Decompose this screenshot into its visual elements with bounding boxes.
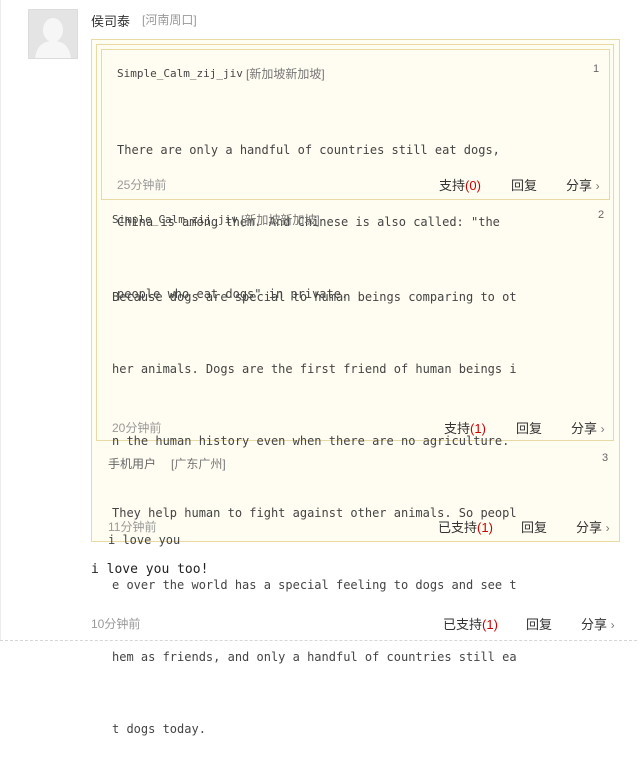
quote-line: Because dogs are special to human beings… (112, 290, 517, 304)
share-label: 分享 (581, 617, 608, 632)
share-label: 分享 (576, 520, 603, 535)
floor-number: 3 (602, 452, 609, 464)
share-label: 分享 (571, 421, 598, 436)
post-time: 10分钟前 (91, 617, 141, 631)
support-label: 已支持 (438, 520, 478, 535)
support-label: 支持 (444, 421, 471, 436)
avatar[interactable] (28, 9, 78, 59)
post-body: i love you too! (91, 562, 209, 577)
reply-button[interactable]: 回复 (526, 614, 552, 633)
quote-username[interactable]: 手机用户 (108, 455, 156, 472)
chevron-right-icon: › (600, 422, 605, 436)
support-label: 支持 (439, 178, 466, 193)
chevron-right-icon: › (595, 179, 600, 193)
floor-number: 1 (593, 63, 600, 75)
share-button[interactable]: 分享 › (571, 418, 605, 437)
quote-location: [新加坡新加坡] (241, 213, 320, 227)
reply-button[interactable]: 回复 (511, 175, 537, 194)
floor-number: 2 (598, 209, 605, 221)
share-label: 分享 (566, 178, 593, 193)
support-count: (1) (482, 617, 498, 632)
support-count: (1) (477, 520, 493, 535)
quote-time: 25分钟前 (117, 178, 167, 192)
author-name[interactable]: 侯司泰 (91, 11, 130, 30)
support-count: (1) (470, 421, 486, 436)
share-button[interactable]: 分享 › (566, 175, 600, 194)
quote-line: There are only a handful of countries st… (117, 143, 500, 157)
support-label: 已支持 (443, 617, 483, 632)
share-button[interactable]: 分享 › (581, 614, 615, 633)
author-location: [河南周口] (142, 13, 197, 27)
quote-time: 11分钟前 (108, 520, 157, 534)
post-divider (0, 640, 637, 641)
left-rule (0, 0, 1, 640)
support-count: (0) (465, 178, 481, 193)
reply-button[interactable]: 回复 (516, 418, 542, 437)
quote-line: t dogs today. (112, 722, 206, 736)
quote-time: 20分钟前 (112, 421, 162, 435)
quote-username[interactable]: Simple_Calm_zij_jiv (112, 213, 238, 226)
quote-line: hem as friends, and only a handful of co… (112, 650, 517, 664)
quote-location: [新加坡新加坡] (246, 67, 325, 81)
support-button[interactable]: 支持(1) (444, 418, 486, 437)
support-button[interactable]: 已支持(1) (443, 614, 498, 633)
share-button[interactable]: 分享 › (576, 517, 610, 536)
quote-line: her animals. Dogs are the first friend o… (112, 362, 517, 376)
quote-location: [广东广州] (171, 457, 226, 471)
quote-username[interactable]: Simple_Calm_zij_jiv (117, 67, 243, 80)
default-avatar-icon (29, 10, 77, 58)
support-button[interactable]: 支持(0) (439, 175, 481, 194)
reply-button[interactable]: 回复 (521, 517, 547, 536)
support-button[interactable]: 已支持(1) (438, 517, 493, 536)
chevron-right-icon: › (605, 521, 610, 535)
chevron-right-icon: › (610, 618, 615, 632)
